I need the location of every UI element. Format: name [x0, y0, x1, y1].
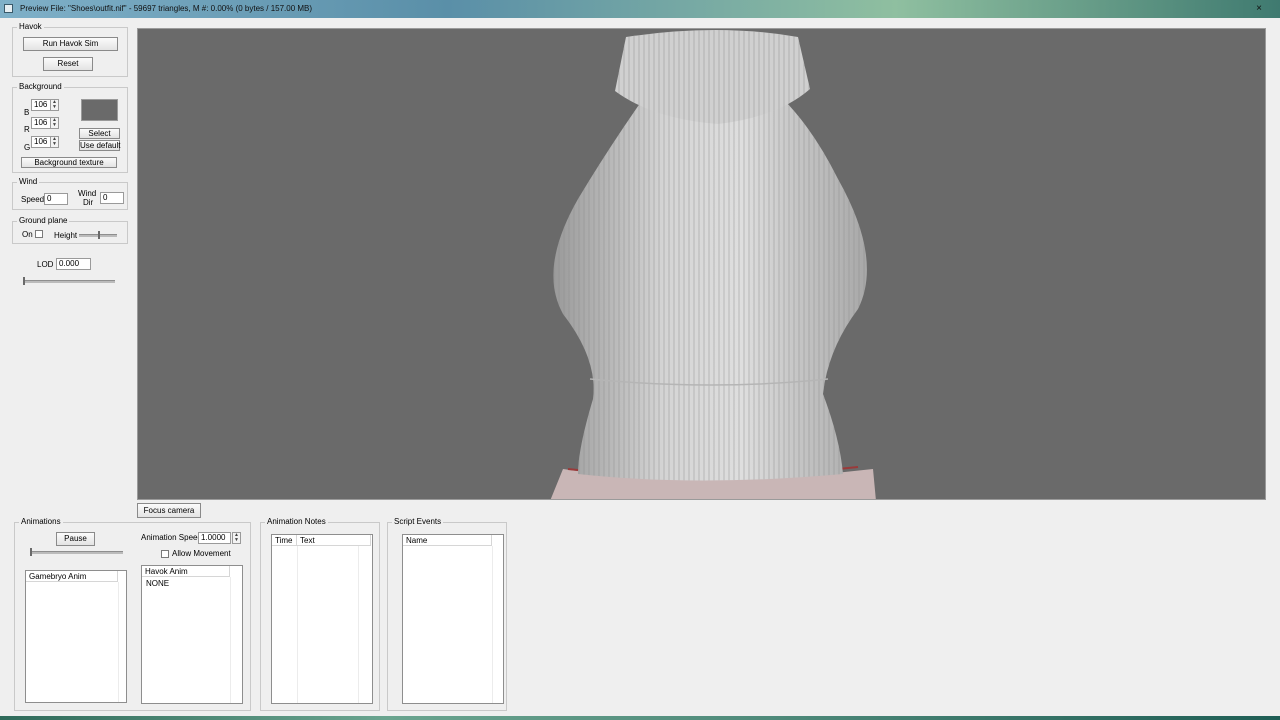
- focus-camera-button[interactable]: Focus camera: [137, 503, 201, 518]
- close-icon[interactable]: ×: [1248, 2, 1270, 15]
- havok-group: Havok Run Havok Sim Reset: [12, 22, 128, 77]
- havok-anim-list[interactable]: Havok Anim NONE: [141, 565, 243, 704]
- havok-legend: Havok: [17, 22, 44, 32]
- window-title: Preview File: "Shoes\outfit.nif" - 59697…: [20, 4, 313, 13]
- column-divider: [118, 582, 119, 702]
- animation-position-slider-track[interactable]: [30, 551, 123, 554]
- down-arrow-icon[interactable]: ▼: [52, 142, 57, 147]
- script-events-group: Script Events Name: [387, 517, 507, 711]
- sweater-body: [553, 99, 867, 481]
- background-group: Background B 106 ▲ ▼ R 106 ▲ ▼ G 106 ▲ ▼ Se…: [12, 82, 128, 173]
- color-swatch[interactable]: [81, 99, 118, 121]
- down-arrow-icon[interactable]: ▼: [52, 123, 57, 128]
- wind-legend: Wind: [17, 177, 40, 187]
- lod-slider-track[interactable]: [24, 280, 115, 283]
- ground-on-checkbox[interactable]: [35, 230, 43, 238]
- wind-speed-label: Speed: [21, 195, 45, 204]
- animations-legend: Animations: [19, 517, 63, 527]
- animation-speed-spinner[interactable]: ▲ ▼: [232, 532, 241, 544]
- ground-height-label: Height: [54, 231, 78, 240]
- model-render: [550, 30, 876, 499]
- b-label: B: [24, 108, 30, 117]
- script-events-legend: Script Events: [392, 517, 444, 527]
- allow-movement-label: Allow Movement: [172, 549, 231, 558]
- run-havok-sim-button[interactable]: Run Havok Sim: [23, 37, 118, 51]
- down-arrow-icon[interactable]: ▼: [234, 538, 239, 543]
- wind-group: Wind Speed 0 Wind Dir 0: [12, 177, 128, 210]
- wind-speed-input[interactable]: 0: [44, 193, 68, 205]
- havok-anim-item[interactable]: NONE: [146, 579, 169, 589]
- lod-slider-thumb[interactable]: [23, 277, 25, 285]
- column-divider: [358, 546, 359, 703]
- column-divider: [297, 546, 298, 703]
- time-column-header[interactable]: Time: [272, 535, 297, 546]
- down-arrow-icon[interactable]: ▼: [52, 105, 57, 110]
- r-spinner[interactable]: ▲ ▼: [50, 117, 59, 129]
- r-label: R: [24, 125, 30, 134]
- animation-notes-group: Animation Notes Time Text: [260, 517, 380, 711]
- column-divider: [492, 546, 493, 703]
- gamebryo-anim-header[interactable]: Gamebryo Anim: [26, 571, 118, 582]
- wind-dir-label-line2: Dir: [83, 198, 94, 207]
- lod-input[interactable]: 0.000: [56, 258, 91, 270]
- reset-button[interactable]: Reset: [43, 57, 93, 71]
- select-color-button[interactable]: Select: [79, 128, 120, 139]
- animation-notes-list[interactable]: Time Text: [271, 534, 373, 704]
- animations-group: Animations Pause Animation Speed 1.0000 …: [14, 517, 251, 711]
- script-events-list[interactable]: Name: [402, 534, 504, 704]
- lod-label: LOD: [37, 260, 54, 269]
- r-value-input[interactable]: 106: [31, 117, 51, 129]
- background-legend: Background: [17, 82, 64, 92]
- wind-dir-input[interactable]: 0: [100, 192, 124, 204]
- ground-on-label: On: [22, 230, 33, 239]
- animation-notes-legend: Animation Notes: [265, 517, 328, 527]
- ground-plane-group: Ground plane On Height: [12, 216, 128, 244]
- g-label: G: [24, 143, 31, 152]
- animation-speed-input[interactable]: 1.0000: [198, 532, 231, 544]
- havok-anim-header[interactable]: Havok Anim: [142, 566, 230, 577]
- b-value-input[interactable]: 106: [31, 99, 51, 111]
- preview-window: Preview File: "Shoes\outfit.nif" - 59697…: [0, 0, 1280, 716]
- animation-speed-label: Animation Speed: [141, 533, 202, 542]
- use-default-button[interactable]: Use default: [79, 140, 120, 151]
- render-viewport[interactable]: [137, 28, 1266, 500]
- name-column-header[interactable]: Name: [403, 535, 492, 546]
- allow-movement-checkbox[interactable]: [161, 550, 169, 558]
- title-bar[interactable]: Preview File: "Shoes\outfit.nif" - 59697…: [0, 0, 1280, 18]
- app-icon: [4, 4, 13, 13]
- g-spinner[interactable]: ▲ ▼: [50, 136, 59, 148]
- b-spinner[interactable]: ▲ ▼: [50, 99, 59, 111]
- ground-height-slider-thumb[interactable]: [98, 231, 100, 239]
- animation-position-slider-thumb[interactable]: [30, 548, 32, 556]
- column-divider: [230, 577, 231, 703]
- text-column-header[interactable]: Text: [297, 535, 371, 546]
- gamebryo-anim-list[interactable]: Gamebryo Anim: [25, 570, 127, 703]
- ground-plane-legend: Ground plane: [17, 216, 70, 226]
- pause-button[interactable]: Pause: [56, 532, 95, 546]
- g-value-input[interactable]: 106: [31, 136, 51, 148]
- background-texture-button[interactable]: Background texture: [21, 157, 117, 168]
